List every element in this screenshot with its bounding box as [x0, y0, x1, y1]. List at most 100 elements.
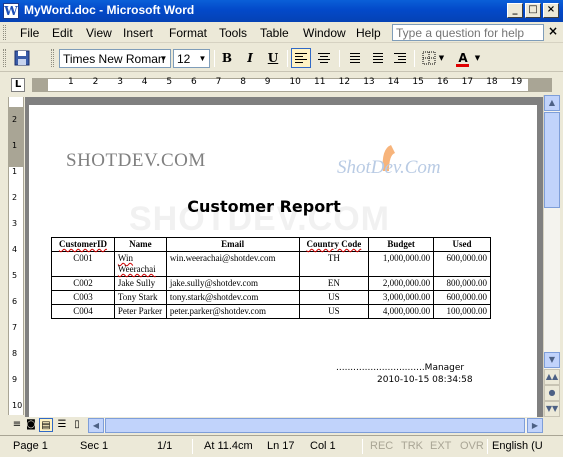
align-center-button[interactable] — [314, 48, 334, 68]
borders-dropdown-arrow[interactable]: ▼ — [437, 48, 446, 68]
outline-view-icon[interactable]: ☰ — [55, 418, 69, 432]
bulleted-list-icon — [373, 53, 385, 65]
horizontal-scrollbar[interactable]: ◀ ▶ — [88, 418, 543, 433]
cell-country-code: US — [298, 304, 370, 319]
scroll-up-icon[interactable]: ▲ — [544, 95, 560, 111]
table-row[interactable]: C003 Tony Stark tony.stark@shotdev.com U… — [51, 290, 491, 305]
cell-country-code: TH — [298, 251, 370, 277]
menu-view[interactable]: View — [86, 26, 112, 40]
save-icon[interactable] — [12, 48, 32, 68]
tab-selector[interactable]: L — [11, 78, 25, 92]
status-ext[interactable]: EXT — [430, 440, 451, 452]
restore-button[interactable]: □ — [525, 3, 541, 18]
ruler-number: 11 — [314, 77, 326, 87]
status-rec[interactable]: REC — [370, 440, 393, 452]
column-header-country-code: Country Code — [298, 237, 370, 252]
ruler-number: 7 — [215, 77, 222, 87]
status-trk[interactable]: TRK — [401, 440, 423, 452]
scroll-right-icon[interactable]: ▶ — [527, 418, 543, 433]
ruler-number: 13 — [363, 77, 375, 87]
menu-table[interactable]: Table — [260, 26, 289, 40]
column-header-name: Name — [113, 237, 167, 252]
table-row[interactable]: C002 Jake Sully jake.sully@shotdev.com E… — [51, 276, 491, 291]
column-header-customerid: CustomerID — [51, 237, 115, 252]
cell-used: 800,000.00 — [433, 276, 491, 291]
vertical-scroll-thumb[interactable] — [544, 112, 560, 208]
vertical-ruler[interactable]: 2 1 1 2 3 4 5 6 7 8 9 10 — [8, 97, 24, 415]
ruler-number: 15 — [412, 77, 424, 87]
decrease-indent-button[interactable] — [390, 48, 410, 68]
menu-tools[interactable]: Tools — [219, 26, 247, 40]
menu-grip-handle[interactable] — [3, 25, 6, 40]
status-ovr[interactable]: OVR — [460, 440, 484, 452]
bulleted-list-button[interactable] — [367, 48, 387, 68]
next-page-icon[interactable]: ▼▼ — [544, 401, 560, 417]
close-button[interactable]: × — [543, 3, 559, 18]
chevron-down-icon[interactable]: ▼ — [196, 50, 209, 67]
bold-button[interactable]: B — [217, 48, 237, 68]
cell-name: Jake Sully — [113, 276, 167, 291]
normal-view-icon[interactable]: ≡ — [10, 418, 24, 432]
document-area[interactable]: SHOTDEV.COM SHOTDEV.COM ShotDev.Com Cust… — [25, 97, 543, 417]
menu-format[interactable]: Format — [169, 26, 207, 40]
reading-layout-view-icon[interactable]: ▯ — [70, 418, 84, 432]
table-row[interactable]: C001 Win Weerachai win.weerachai@shotdev… — [51, 251, 491, 277]
horizontal-scroll-thumb[interactable] — [105, 418, 525, 433]
borders-button[interactable] — [419, 48, 439, 68]
toolbar-grip-handle[interactable] — [3, 49, 6, 67]
web-layout-view-icon[interactable]: ◙ — [24, 418, 38, 432]
ruler-number: 10 — [289, 77, 301, 87]
cell-budget: 3,000,000.00 — [368, 290, 435, 305]
cell-budget: 1,000,000.00 — [368, 251, 435, 277]
align-center-icon — [318, 53, 330, 65]
print-layout-view-icon[interactable]: ▤ — [39, 418, 53, 432]
cell-customerid: C004 — [51, 304, 115, 319]
horizontal-ruler[interactable]: L 1 2 3 4 5 6 7 8 9 10 11 12 13 14 15 16 17 18 19 — [8, 75, 563, 95]
cell-used: 100,000.00 — [433, 304, 491, 319]
cell-country-code: EN — [298, 276, 370, 291]
status-language[interactable]: English (U — [492, 440, 543, 452]
menu-file[interactable]: File — [20, 26, 39, 40]
select-browse-object-icon[interactable]: ● — [544, 385, 560, 401]
menu-window[interactable]: Window — [303, 26, 346, 40]
vertical-ruler-number: 10 — [12, 401, 23, 410]
vertical-ruler-number: 9 — [12, 375, 18, 384]
vertical-ruler-number: 8 — [12, 349, 18, 358]
toolbar-divider — [214, 50, 215, 67]
vertical-scrollbar[interactable]: ▲ ▼ ▲▲ ● ▼▼ — [543, 95, 560, 417]
document-page[interactable]: SHOTDEV.COM SHOTDEV.COM ShotDev.Com Cust… — [29, 105, 537, 417]
chevron-down-icon[interactable]: ▼ — [157, 50, 170, 67]
toolbar-grip-handle-2[interactable] — [51, 49, 54, 67]
customer-table[interactable]: CustomerID Name Email Country Code Budge… — [51, 237, 491, 319]
font-name-select[interactable]: Times New Roman ▼ — [59, 49, 171, 68]
menu-help[interactable]: Help — [356, 26, 381, 40]
vertical-ruler-number: 4 — [12, 245, 18, 254]
underline-button[interactable]: U — [263, 48, 283, 68]
cell-customerid: C002 — [51, 276, 115, 291]
toolbar-divider — [287, 50, 288, 67]
menu-edit[interactable]: Edit — [52, 26, 73, 40]
align-left-button[interactable] — [291, 48, 311, 68]
table-row[interactable]: C004 Peter Parker peter.parker@shotdev.c… — [51, 304, 491, 319]
scroll-left-icon[interactable]: ◀ — [88, 418, 104, 433]
italic-button[interactable]: I — [240, 48, 260, 68]
previous-page-icon[interactable]: ▲▲ — [544, 369, 560, 385]
cell-customerid: C001 — [51, 251, 115, 277]
align-left-icon — [295, 53, 307, 65]
scroll-down-icon[interactable]: ▼ — [544, 352, 560, 368]
status-section: Sec 1 — [80, 440, 109, 452]
minimize-button[interactable]: _ — [507, 3, 523, 18]
font-size-select[interactable]: 12 ▼ — [173, 49, 210, 68]
help-question-box[interactable] — [392, 24, 544, 41]
report-title: Customer Report — [187, 197, 341, 216]
ruler-number: 16 — [437, 77, 449, 87]
help-question-input[interactable] — [393, 25, 543, 40]
status-divider — [362, 439, 363, 454]
numbered-list-button[interactable] — [344, 48, 364, 68]
vertical-ruler-number: 7 — [12, 323, 18, 332]
word-app-icon[interactable]: W — [3, 3, 19, 19]
close-document-icon[interactable]: × — [548, 24, 558, 38]
font-color-dropdown-arrow[interactable]: ▼ — [473, 48, 482, 68]
font-size-value: 12 — [177, 52, 191, 66]
menu-insert[interactable]: Insert — [123, 26, 153, 40]
